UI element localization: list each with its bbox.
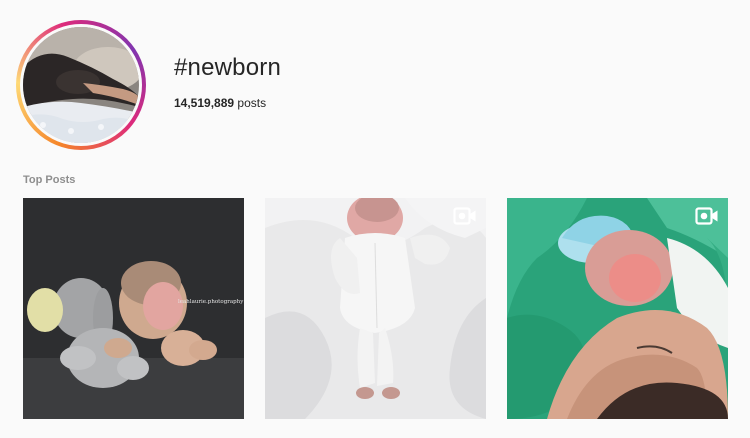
hashtag-title: #newborn bbox=[174, 54, 282, 81]
post-watermark: leahlaurie.photography bbox=[178, 299, 244, 305]
hashtag-profile-photo[interactable] bbox=[23, 27, 139, 143]
top-posts-grid: leahlaurie.photography bbox=[23, 198, 728, 419]
section-title-top-posts: Top Posts bbox=[23, 174, 76, 186]
video-camera-icon bbox=[695, 207, 718, 225]
post-image bbox=[265, 198, 486, 419]
hashtag-page: #newborn 14,519,889 posts Top Posts leah… bbox=[0, 0, 750, 438]
profile-ring-gap bbox=[20, 24, 142, 146]
post-image bbox=[507, 198, 728, 419]
post-tile[interactable] bbox=[265, 198, 486, 419]
post-count-suffix: posts bbox=[234, 96, 267, 110]
post-image bbox=[23, 198, 244, 419]
post-tile[interactable]: leahlaurie.photography bbox=[23, 198, 244, 419]
post-tile[interactable] bbox=[507, 198, 728, 419]
video-camera-icon bbox=[453, 207, 476, 225]
post-count-number: 14,519,889 bbox=[174, 96, 235, 110]
post-count: 14,519,889 posts bbox=[174, 96, 266, 110]
hashtag-profile-ring[interactable] bbox=[16, 20, 146, 150]
